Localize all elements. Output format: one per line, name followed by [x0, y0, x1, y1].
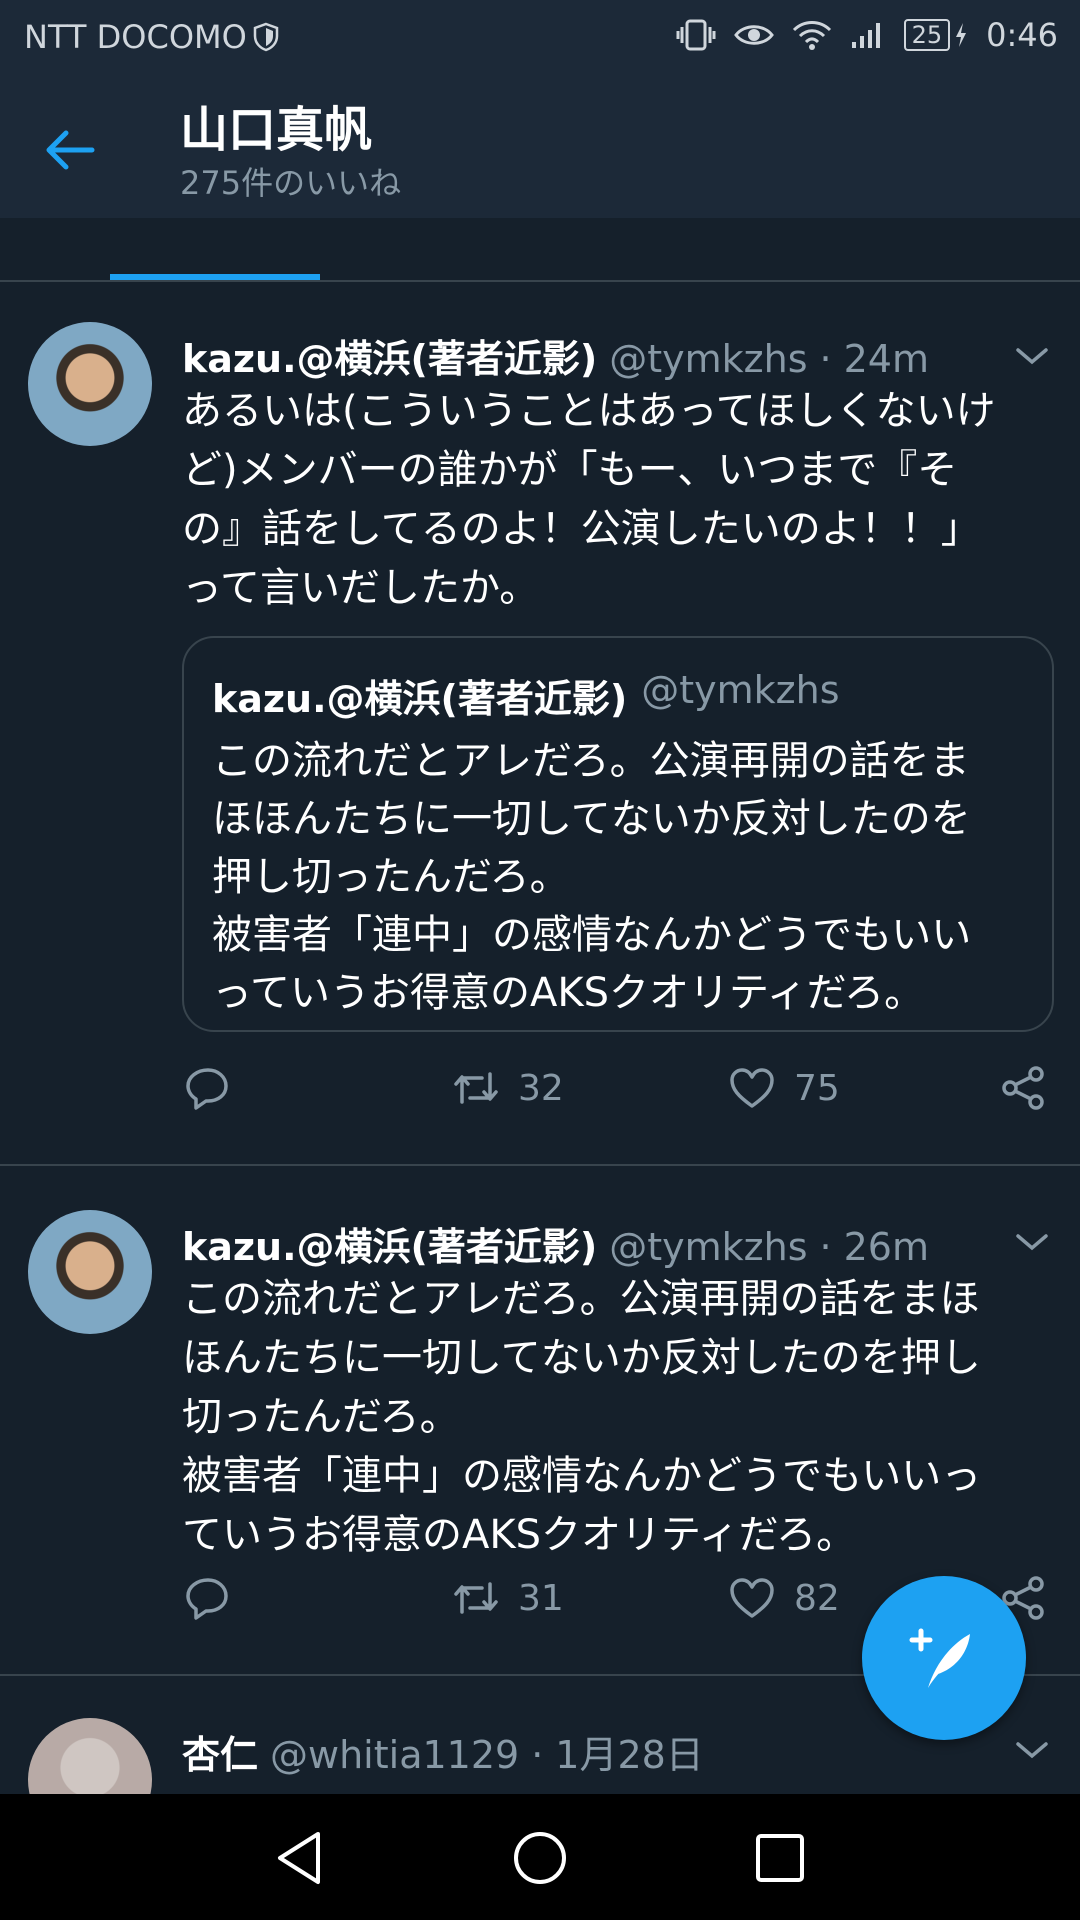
- charging-icon: [956, 23, 967, 47]
- like-count: 75: [794, 1067, 840, 1109]
- tweet-time: 1月28日: [555, 1733, 704, 1777]
- tweet-text: この流れだとアレだろ。公演再開の話をまほ ほんたちに一切してないか反対したのを押…: [182, 1276, 982, 1558]
- retweet-icon: [454, 1582, 498, 1614]
- share-icon: [1002, 1066, 1044, 1110]
- avatar[interactable]: [28, 1210, 152, 1334]
- author-handle: @tymkzhs: [609, 337, 808, 381]
- nav-recents-icon[interactable]: [748, 1826, 812, 1890]
- tweet-actions: 32 75: [182, 1064, 1062, 1124]
- likes-count-subtitle: 275件のいいね: [180, 164, 402, 202]
- status-bar: NTT DOCOMO 25 0:46: [0, 0, 1080, 76]
- shield-icon: [253, 22, 279, 52]
- tweet-header: 杏仁 @whitia1129 · 1月28日: [182, 1724, 704, 1779]
- like-button[interactable]: 82: [728, 1574, 840, 1622]
- tweet-item[interactable]: kazu.@横浜(著者近影) @tymkzhs · 24m あるいは(こういうこ…: [0, 280, 1080, 1166]
- eye-icon: [733, 25, 774, 45]
- battery-level: 25: [903, 19, 951, 51]
- battery-icon: 25: [903, 19, 969, 51]
- reply-button[interactable]: [184, 1574, 232, 1622]
- wifi-icon: [792, 21, 831, 50]
- quoted-tweet[interactable]: kazu.@横浜(著者近影) @tymkzhs この流れだとアレだろ。公演再開の…: [182, 636, 1054, 1032]
- compose-tweet-button[interactable]: [862, 1576, 1026, 1740]
- separator-dot: ·: [819, 337, 832, 381]
- carrier-name: NTT DOCOMO: [24, 18, 247, 56]
- tweet-time: 24m: [843, 337, 929, 381]
- author-name[interactable]: kazu.@横浜(著者近影): [182, 328, 597, 383]
- reply-icon: [186, 1578, 228, 1620]
- tweet-header: kazu.@横浜(著者近影) @tymkzhs · 24m: [182, 328, 929, 383]
- nav-home-icon[interactable]: [508, 1826, 572, 1890]
- author-handle: @tymkzhs: [609, 1225, 808, 1269]
- heart-icon: [730, 1068, 774, 1108]
- chevron-down-icon[interactable]: [1012, 336, 1052, 376]
- tab-bar[interactable]: [0, 218, 1080, 282]
- system-navigation-bar: [0, 1794, 1080, 1920]
- vibrate-icon: [676, 19, 716, 51]
- retweet-icon: [454, 1072, 498, 1104]
- separator-dot: ·: [531, 1733, 544, 1777]
- page-title: 山口真帆: [180, 102, 373, 158]
- quoted-author-name: kazu.@横浜(著者近影): [212, 677, 628, 721]
- signal-icon: [851, 23, 880, 48]
- like-button[interactable]: 75: [728, 1064, 840, 1112]
- avatar[interactable]: [28, 322, 152, 446]
- chevron-down-icon[interactable]: [1012, 1730, 1052, 1770]
- reply-icon: [186, 1068, 228, 1110]
- quoted-author-handle: @tymkzhs: [641, 668, 840, 712]
- tweet-time: 26m: [843, 1225, 929, 1269]
- retweet-button[interactable]: 32: [452, 1064, 564, 1112]
- app-header: 山口真帆 275件のいいね: [0, 76, 1080, 218]
- heart-icon: [730, 1578, 774, 1618]
- retweet-button[interactable]: 31: [452, 1574, 564, 1622]
- avatar[interactable]: [28, 1718, 152, 1794]
- compose-feather-icon: [909, 1628, 970, 1688]
- author-name[interactable]: kazu.@横浜(著者近影): [182, 1216, 597, 1271]
- tweet-text: あるいは(こういうことはあってほしくないけ ど)メンバーの誰かが「もー、いつまで…: [182, 388, 996, 611]
- back-arrow-icon[interactable]: [40, 120, 100, 180]
- clock: 0:46: [986, 16, 1058, 54]
- tweet-header: kazu.@横浜(著者近影) @tymkzhs · 26m: [182, 1216, 929, 1271]
- reply-button[interactable]: [184, 1064, 232, 1112]
- chevron-down-icon[interactable]: [1012, 1222, 1052, 1262]
- like-count: 82: [794, 1577, 840, 1619]
- separator-dot: ·: [819, 1225, 832, 1269]
- author-name[interactable]: 杏仁: [182, 1724, 258, 1779]
- author-handle: @whitia1129: [270, 1733, 520, 1777]
- retweet-count: 32: [518, 1067, 564, 1109]
- quoted-tweet-text: この流れだとアレだろ。公演再開の話をま ほほんたちに一切してないか反対したのを …: [212, 738, 972, 1016]
- retweet-count: 31: [518, 1577, 564, 1619]
- share-button[interactable]: [1000, 1064, 1048, 1112]
- nav-back-icon[interactable]: [268, 1826, 332, 1890]
